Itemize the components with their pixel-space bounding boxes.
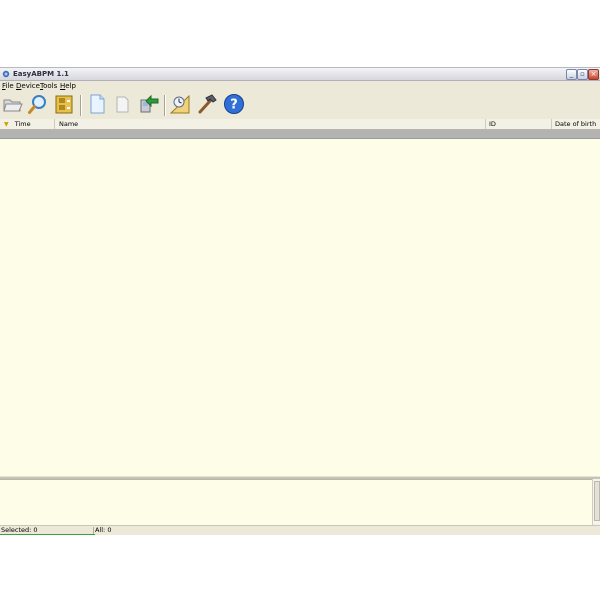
app-window: EasyABPM 1.1 _ ▫ × File Device Tools Hel… [0, 67, 600, 535]
archive-icon [53, 93, 75, 117]
scrollbar-thumb[interactable] [594, 481, 600, 521]
new-document-icon [86, 93, 108, 117]
toolbar: ? [0, 92, 600, 120]
svg-text:?: ? [230, 98, 238, 113]
menu-bar: File Device Tools Help [0, 81, 600, 92]
search-button[interactable] [26, 93, 50, 117]
open-button[interactable] [1, 93, 25, 117]
new-document-button[interactable] [85, 93, 109, 117]
column-header-date-of-birth[interactable]: Date of birth [552, 119, 600, 129]
help-button[interactable]: ? [222, 93, 246, 117]
table-row[interactable] [0, 130, 600, 139]
restore-icon: ▫ [580, 70, 585, 78]
menu-tools[interactable]: Tools [40, 82, 57, 91]
search-icon [27, 93, 49, 117]
archive-button[interactable] [52, 93, 76, 117]
minimize-icon: _ [569, 70, 574, 78]
menu-help[interactable]: Help [60, 82, 76, 91]
toolbar-separator [80, 95, 82, 116]
minimize-button[interactable]: _ [566, 69, 577, 80]
open-folder-icon [2, 93, 24, 117]
chart-settings-button[interactable] [168, 93, 192, 117]
window-title: EasyABPM 1.1 [13, 70, 69, 78]
record-list[interactable] [0, 139, 600, 476]
tools-hammer-icon [196, 93, 218, 117]
column-header-time[interactable]: ▼ Time [0, 119, 55, 129]
title-bar[interactable]: EasyABPM 1.1 _ ▫ × [0, 68, 600, 81]
menu-file[interactable]: File [2, 82, 14, 91]
toolbar-separator-2 [164, 95, 166, 116]
detail-panel[interactable] [0, 479, 592, 526]
import-device-icon [137, 93, 159, 117]
app-icon [2, 70, 10, 78]
status-accent-line [0, 534, 95, 535]
chart-settings-icon [169, 93, 191, 117]
status-all: All: 0 [95, 526, 112, 534]
sort-descending-icon: ▼ [4, 121, 9, 128]
status-divider [93, 527, 94, 534]
detail-scrollbar[interactable] [592, 479, 600, 525]
help-icon: ? [223, 93, 245, 117]
blank-document-button[interactable] [110, 93, 134, 117]
column-header-name[interactable]: Name [55, 119, 486, 129]
table-header: ▼ Time Name ID Date of birth [0, 119, 600, 130]
close-icon: × [590, 70, 597, 78]
blank-document-icon [111, 93, 133, 117]
import-device-button[interactable] [136, 93, 160, 117]
menu-device[interactable]: Device [16, 82, 40, 91]
column-header-id[interactable]: ID [486, 119, 552, 129]
maximize-button[interactable]: ▫ [577, 69, 588, 80]
close-button[interactable]: × [588, 69, 599, 80]
tools-button[interactable] [195, 93, 219, 117]
